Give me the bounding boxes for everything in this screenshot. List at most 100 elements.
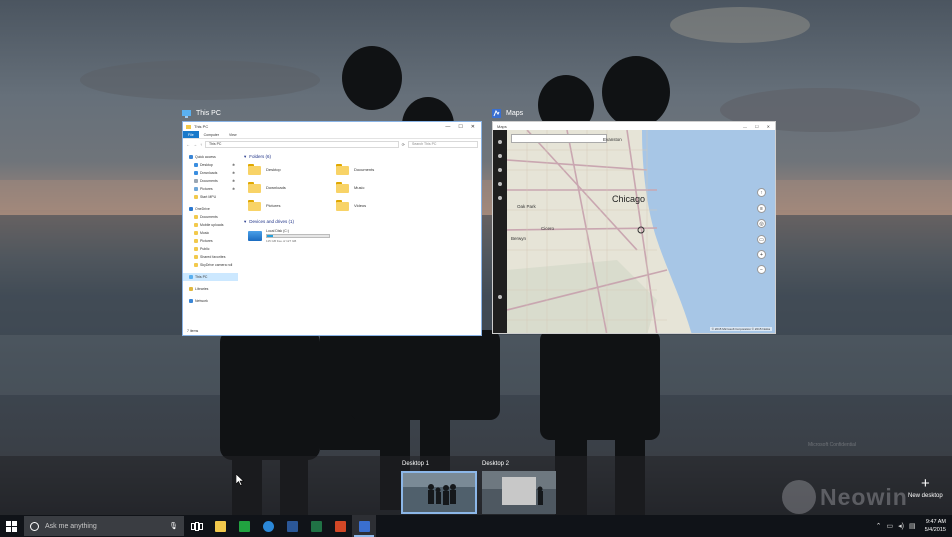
map-label-oak-park: Oak Park [517,204,536,209]
maximize-button[interactable]: ☐ [458,124,462,130]
nav-quick-access[interactable]: Quick access [183,153,238,161]
nav-onedrive-documents[interactable]: Documents [183,213,238,221]
zoom-in-button[interactable]: + [757,250,766,259]
maps-window[interactable]: Maps — ☐ ✕ Chicago Oak Park Berwyn Cicer… [492,121,776,334]
taskbar-word[interactable] [280,515,304,537]
folder-documents[interactable]: Documents [336,163,424,175]
nav-music[interactable]: Music [183,229,238,237]
desktop-icon [194,163,198,167]
chevron-down-icon: ▾ [244,153,247,159]
folder-icon [248,199,261,211]
compass-icon[interactable]: ↑ [757,188,766,197]
folder-desktop[interactable]: Desktop [248,163,336,175]
collections-icon[interactable] [498,196,502,200]
microphone-icon[interactable]: 🎙 [169,522,178,530]
minimize-button[interactable]: — [743,124,747,129]
map-label-evanston: Evanston [603,137,622,142]
folder-videos[interactable]: Videos [336,199,424,211]
taskbar-powerpoint[interactable] [328,515,352,537]
volume-icon[interactable]: ◂) [898,522,904,530]
tilt-icon[interactable]: ▭ [757,235,766,244]
maps-caption[interactable]: Maps [492,109,523,118]
folder-pictures[interactable]: Pictures [248,199,336,211]
locate-me-icon[interactable]: ◎ [757,219,766,228]
tab-view[interactable]: View [224,131,242,138]
windows-logo-icon [5,520,17,532]
nav-onedrive-pictures[interactable]: Pictures [183,237,238,245]
up-arrow-icon[interactable]: ↑ [200,142,202,147]
maps-titlebar[interactable]: Maps — ☐ ✕ [493,122,775,130]
nav-this-pc[interactable]: This PC [183,273,238,281]
nav-onedrive[interactable]: OneDrive [183,205,238,213]
search-icon[interactable] [498,154,502,158]
address-field[interactable]: This PC [205,140,399,148]
this-pc-icon [182,110,191,118]
nav-desktop[interactable]: Desktop ✱ [183,161,238,169]
nav-public[interactable]: Public [183,245,238,253]
taskbar-excel[interactable] [304,515,328,537]
chevron-up-icon[interactable]: ⌃ [876,522,882,530]
directions-icon[interactable] [498,168,502,172]
close-button[interactable]: ✕ [471,124,475,130]
menu-icon[interactable] [498,140,502,144]
nav-network[interactable]: Network [183,297,238,305]
status-bar-item-count: 7 items [187,329,199,333]
folder-music[interactable]: Music [336,181,424,193]
taskbar-edge[interactable] [256,515,280,537]
folder-downloads[interactable]: Downloads [248,181,336,193]
nav-skydrive-camera-roll[interactable]: SkyDrive camera roll [183,261,238,269]
taskbar-store[interactable] [232,515,256,537]
drive-name: Local Disk (C:) [266,229,289,233]
plus-icon: + [920,475,930,492]
star-icon [189,155,193,159]
maps-icon [358,520,370,532]
file-explorer-window[interactable]: This PC — ☐ ✕ File Computer View ← → ↑ T… [182,121,482,336]
maps-search-input[interactable] [511,134,607,143]
confidential-title: Microsoft Confidential [807,442,857,448]
folder-icon [186,124,191,129]
cortana-search-placeholder: Ask me anything [45,522,97,530]
nav-pictures[interactable]: Pictures ✱ [183,185,238,193]
neowin-logo-icon [782,480,816,514]
desktop-2-thumbnail[interactable] [482,471,556,514]
taskbar-maps[interactable] [352,515,376,537]
folders-heading[interactable]: ▾ Folders (6) [244,152,475,161]
forward-arrow-icon[interactable]: → [193,142,197,147]
explorer-titlebar[interactable]: This PC — ☐ ✕ [183,122,481,131]
nav-libraries[interactable]: Libraries [183,285,238,293]
drive-local-disk[interactable]: Local Disk (C:) 115 GB free of 127 GB [244,226,475,246]
taskbar: Ask me anything 🎙 ⌃ ▭ ◂) ▤ 9:47 AM 5/4/2… [0,515,952,537]
zoom-out-button[interactable]: − [757,265,766,274]
maps-icon [492,109,501,118]
desktop-1-thumbnail[interactable] [401,471,477,514]
settings-icon[interactable] [498,295,502,299]
map-label-cicero: Cicero [541,226,555,231]
layers-icon[interactable]: ≡ [757,204,766,213]
network-icon[interactable]: ▭ [886,522,893,530]
tab-file[interactable]: File [183,131,199,138]
new-desktop-button[interactable]: + New desktop [908,475,943,499]
explorer-caption[interactable]: This PC [182,109,221,118]
close-button[interactable]: ✕ [767,124,770,129]
nav-start-mpu[interactable]: Start MPU [183,193,238,201]
back-arrow-icon[interactable]: ← [186,142,190,147]
devices-heading[interactable]: ▾ Devices and drives (1) [244,217,475,226]
clock[interactable]: 9:47 AM 5/4/2015 [925,518,946,534]
tab-computer[interactable]: Computer [199,131,224,138]
cortana-search-box[interactable]: Ask me anything 🎙 [24,516,184,536]
nav-mobile-uploads[interactable]: Mobile uploads [183,221,238,229]
nav-documents[interactable]: Documents ✱ [183,177,238,185]
minimize-button[interactable]: — [445,124,450,130]
task-view-button[interactable] [186,515,208,537]
nav-shared-favorites[interactable]: Shared favorites [183,253,238,261]
explorer-search-input[interactable]: Search This PC [408,140,478,148]
nav-downloads[interactable]: Downloads ✱ [183,169,238,177]
refresh-icon[interactable]: ⟳ [402,142,405,147]
cortana-ring-icon [30,521,39,531]
action-center-icon[interactable]: ▤ [909,522,916,530]
start-button[interactable] [0,515,22,537]
favorites-icon[interactable] [498,182,502,186]
taskbar-file-explorer[interactable] [208,515,232,537]
map-canvas[interactable] [507,130,776,334]
maximize-button[interactable]: ☐ [755,124,759,129]
